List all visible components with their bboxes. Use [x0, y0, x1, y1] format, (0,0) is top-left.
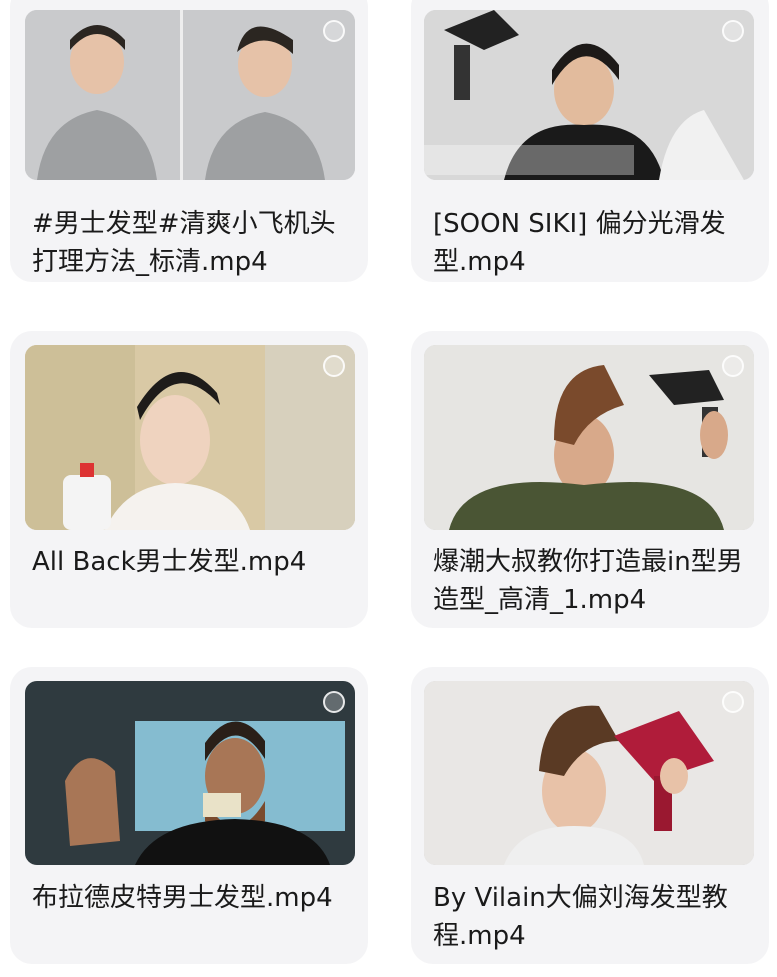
video-title: By Vilain大偏刘海发型教程.mp4	[433, 883, 728, 951]
thumbnail-image	[25, 10, 355, 180]
video-logo-icon	[722, 355, 744, 377]
video-title: All Back男士发型.mp4	[32, 547, 307, 577]
video-logo-icon	[323, 691, 345, 713]
thumbnail-image	[424, 10, 754, 180]
video-thumbnail[interactable]	[424, 10, 754, 180]
thumbnail-image	[25, 345, 355, 530]
video-logo-icon	[323, 355, 345, 377]
video-card[interactable]: 爆潮大叔教你打造最in型男造型_高清_1.mp4	[411, 331, 769, 628]
video-thumbnail[interactable]	[25, 681, 355, 865]
video-title: #男士发型#清爽小飞机头打理方法_标清.mp4	[32, 209, 336, 277]
video-logo-icon	[722, 20, 744, 42]
thumbnail-image	[424, 681, 754, 865]
video-thumbnail[interactable]	[424, 681, 754, 865]
thumbnail-image	[424, 345, 754, 530]
video-thumbnail[interactable]	[424, 345, 754, 530]
video-card[interactable]: 布拉德皮特男士发型.mp4	[10, 667, 368, 964]
video-card[interactable]: [SOON SIKI] 偏分光滑发型.mp4	[411, 0, 769, 282]
video-grid: #男士发型#清爽小飞机头打理方法_标清.mp4 [SOON SIKI] 偏分光滑…	[0, 0, 777, 977]
video-logo-icon	[722, 691, 744, 713]
video-thumbnail[interactable]	[25, 345, 355, 530]
video-title: 爆潮大叔教你打造最in型男造型_高清_1.mp4	[433, 547, 743, 615]
video-card[interactable]: #男士发型#清爽小飞机头打理方法_标清.mp4	[10, 0, 368, 282]
thumbnail-image	[25, 681, 355, 865]
video-title: 布拉德皮特男士发型.mp4	[32, 883, 333, 913]
video-logo-icon	[323, 20, 345, 42]
video-title: [SOON SIKI] 偏分光滑发型.mp4	[433, 209, 726, 277]
video-thumbnail[interactable]	[25, 10, 355, 180]
video-card[interactable]: By Vilain大偏刘海发型教程.mp4	[411, 667, 769, 964]
video-card[interactable]: All Back男士发型.mp4	[10, 331, 368, 628]
